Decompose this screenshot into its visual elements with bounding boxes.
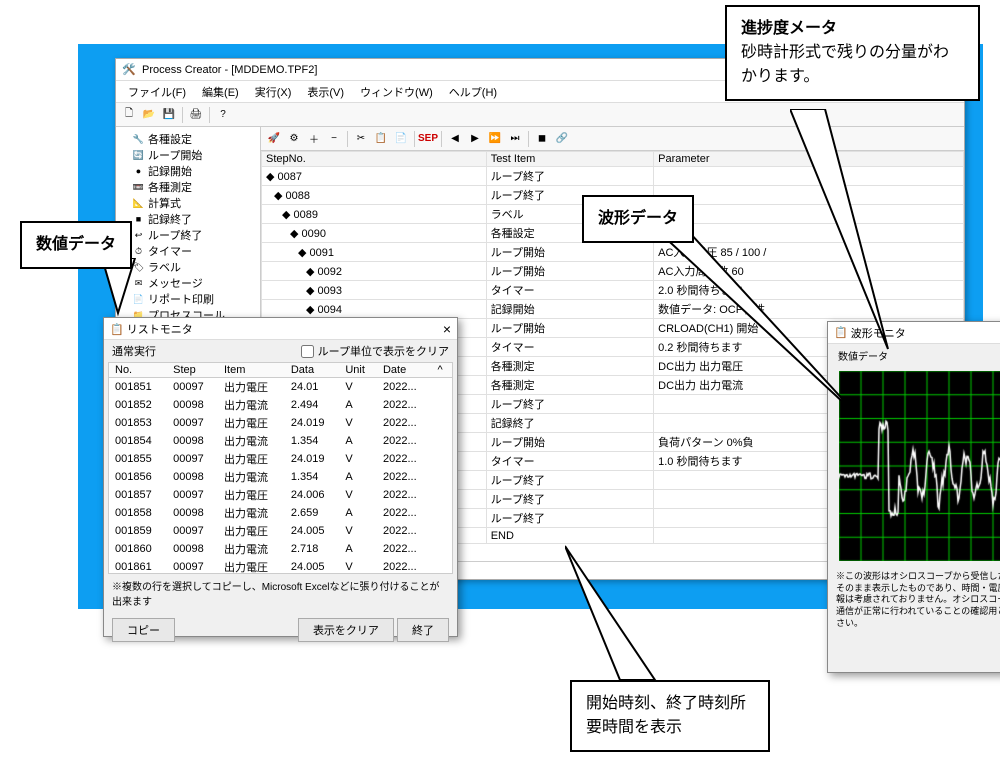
tree-item[interactable]: ●記録開始 xyxy=(118,163,258,179)
refresh-icon[interactable]: 🔗 xyxy=(553,130,571,148)
list-monitor-titlebar[interactable]: 📋 リストモニタ × xyxy=(104,318,457,340)
wave-note: ※この波形はオシロスコープから受信した波形データをそのまま表示したものであり、時… xyxy=(828,565,1000,635)
tree-item[interactable]: 📼各種測定 xyxy=(118,179,258,195)
open-icon[interactable]: 📂 xyxy=(140,106,158,124)
callout-numeric: 数値データ xyxy=(20,221,132,269)
plus-icon[interactable]: ＋ xyxy=(305,130,323,148)
calc-icon: 📐 xyxy=(132,197,145,210)
callout-time: 開始時刻、終了時刻所 要時間を表示 xyxy=(570,680,770,752)
list-monitor-window: 📋 リストモニタ × 通常実行 ループ単位で表示をクリア No.StepItem… xyxy=(103,317,458,637)
measure-icon: 📼 xyxy=(132,181,145,194)
window-title: Process Creator - [MDDEMO.TPF2] xyxy=(142,64,317,76)
callout-wave: 波形データ xyxy=(582,195,694,243)
paste-icon[interactable]: 📄 xyxy=(392,130,410,148)
table-row[interactable]: 00185200098出力電流2.494A2022... xyxy=(109,396,452,414)
gear-icon: 🔧 xyxy=(132,133,145,146)
table-row[interactable]: 00185500097出力電圧24.019V2022... xyxy=(109,450,452,468)
menu-item[interactable]: 編集(E) xyxy=(194,84,247,100)
menu-item[interactable]: 表示(V) xyxy=(299,84,352,100)
menu-item[interactable]: ヘルプ(H) xyxy=(441,84,505,100)
list-note: ※複数の行を選択してコピーし、Microsoft Excelなどに張り付けること… xyxy=(104,574,457,612)
table-row[interactable]: 00186000098出力電流2.718A2022... xyxy=(109,540,452,558)
table-row[interactable]: 00185600098出力電流1.354A2022... xyxy=(109,468,452,486)
tree-item[interactable]: ⏱タイマー xyxy=(118,243,258,259)
tree-item[interactable]: ↩ループ終了 xyxy=(118,227,258,243)
end-icon[interactable]: ⏭ xyxy=(506,130,524,148)
print-icon[interactable]: 🖨 xyxy=(187,106,205,124)
copy-button[interactable]: コピー xyxy=(112,618,175,642)
table-row[interactable]: 00185800098出力電流2.659A2022... xyxy=(109,504,452,522)
table-row[interactable]: 00185900097出力電圧24.005V2022... xyxy=(109,522,452,540)
record-end-icon: ■ xyxy=(132,213,145,226)
table-row[interactable]: 00185700097出力電圧24.006V2022... xyxy=(109,486,452,504)
minus-icon[interactable]: − xyxy=(325,130,343,148)
clear-loop-check[interactable]: ループ単位で表示をクリア xyxy=(301,343,449,359)
table-row[interactable]: 00186100097出力電圧24.005V2022... xyxy=(109,558,452,574)
loop-icon: 🔄 xyxy=(132,149,145,162)
record-icon: ● xyxy=(132,165,145,178)
play-icon[interactable]: ▶ xyxy=(466,130,484,148)
tree-item[interactable]: ■記録終了 xyxy=(118,211,258,227)
table-row[interactable]: 00185100097出力電圧24.01V2022... xyxy=(109,378,452,397)
execution-mode: 通常実行 xyxy=(112,343,156,359)
help-icon[interactable]: ? xyxy=(214,106,232,124)
stop-icon[interactable]: ◼ xyxy=(533,130,551,148)
table-row[interactable]: 00185300097出力電圧24.019V2022... xyxy=(109,414,452,432)
menu-item[interactable]: 実行(X) xyxy=(247,84,300,100)
timer-icon: ⏱ xyxy=(132,245,145,258)
copy-icon[interactable]: 📋 xyxy=(372,130,390,148)
callout-arrow xyxy=(565,540,675,685)
tree-item[interactable]: 🔧各種設定 xyxy=(118,131,258,147)
menu-item[interactable]: ファイル(F) xyxy=(120,84,194,100)
close-button[interactable]: × xyxy=(443,321,451,337)
loop-end-icon: ↩ xyxy=(132,229,145,242)
tree-item[interactable]: 🔄ループ開始 xyxy=(118,147,258,163)
step-icon[interactable]: SEP xyxy=(419,130,437,148)
table-row[interactable]: 00185400098出力電流1.354A2022... xyxy=(109,432,452,450)
clear-button[interactable]: 表示をクリア xyxy=(298,618,394,642)
close-button[interactable]: 終了 xyxy=(397,618,449,642)
callout-arrow xyxy=(790,109,910,369)
app-icon: 🛠️ xyxy=(122,63,136,77)
save-icon[interactable]: 💾 xyxy=(160,106,178,124)
tool-icon[interactable]: 🚀 xyxy=(265,130,283,148)
back-icon[interactable]: ◀ xyxy=(446,130,464,148)
new-icon[interactable]: 🗋 xyxy=(120,106,138,124)
tool-icon[interactable]: ⚙ xyxy=(285,130,303,148)
ff-icon[interactable]: ⏩ xyxy=(486,130,504,148)
cut-icon[interactable]: ✂ xyxy=(352,130,370,148)
list-data-grid[interactable]: No.StepItemDataUnitDate^00185100097出力電圧2… xyxy=(108,362,453,574)
callout-progress: 進捗度メータ 砂時計形式で残りの分量がわかります。 xyxy=(725,5,980,101)
tree-item[interactable]: 📐計算式 xyxy=(118,195,258,211)
menu-item[interactable]: ウィンドウ(W) xyxy=(352,84,441,100)
